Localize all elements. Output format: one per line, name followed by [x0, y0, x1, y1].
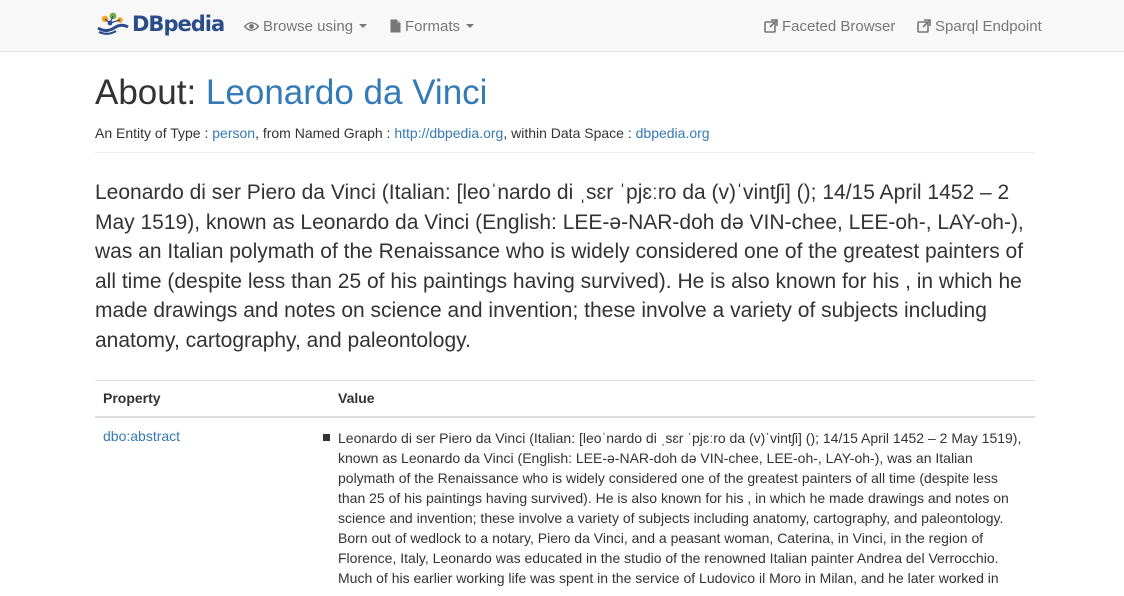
- sparql-endpoint-link[interactable]: Sparql Endpoint: [917, 0, 1042, 52]
- value-column-header: Value: [330, 380, 1035, 418]
- external-link-icon: [917, 19, 931, 33]
- property-link-abstract[interactable]: dbo:abstract: [103, 428, 180, 444]
- faceted-browser-label: Faceted Browser: [782, 17, 896, 35]
- data-space-prefix: , within Data Space :: [503, 125, 636, 141]
- property-cell: dbo:abstract: [95, 417, 330, 596]
- sparql-endpoint-label: Sparql Endpoint: [935, 17, 1042, 35]
- browse-using-dropdown[interactable]: Browse using: [244, 0, 368, 52]
- page-title: About: Leonardo da Vinci: [95, 73, 1035, 113]
- header-divider: [95, 152, 1035, 153]
- property-column-header: Property: [95, 380, 330, 418]
- value-list: Leonardo di ser Piero da Vinci (Italian:…: [323, 428, 1027, 588]
- formats-dropdown[interactable]: Formats: [390, 0, 475, 52]
- data-space-link[interactable]: dbpedia.org: [636, 125, 710, 141]
- faceted-browser-link[interactable]: Faceted Browser: [764, 0, 895, 52]
- brand-name: DBpedia: [132, 12, 225, 36]
- entity-type-link[interactable]: person: [212, 125, 255, 141]
- dbpedia-logo-icon: [97, 12, 129, 35]
- chevron-down-icon: [466, 24, 475, 28]
- entity-title-link[interactable]: Leonardo da Vinci: [206, 73, 488, 112]
- file-icon: [390, 19, 401, 33]
- table-row: dbo:abstract Leonardo di ser Piero da Vi…: [95, 417, 1035, 596]
- value-cell: Leonardo di ser Piero da Vinci (Italian:…: [323, 417, 1035, 596]
- top-navbar: DBpedia Browse using Formats Faceted Bro…: [0, 0, 1124, 52]
- browse-using-label: Browse using: [263, 17, 354, 35]
- about-prefix: About:: [95, 73, 206, 112]
- named-graph-link[interactable]: http://dbpedia.org: [394, 125, 503, 141]
- external-link-icon: [764, 19, 778, 33]
- entity-type-line: An Entity of Type : person, from Named G…: [95, 123, 1035, 143]
- dbpedia-logo[interactable]: DBpedia: [96, 9, 225, 39]
- properties-table: Property Value dbo:abstract Leonardo di …: [95, 380, 1035, 596]
- main-content: About: Leonardo da Vinci An Entity of Ty…: [95, 52, 1035, 596]
- entity-type-prefix: An Entity of Type :: [95, 125, 213, 141]
- lead-abstract: Leonardo di ser Piero da Vinci (Italian:…: [95, 181, 1024, 352]
- eye-icon: [244, 21, 259, 32]
- table-header-row: Property Value: [95, 380, 1035, 418]
- list-item: Leonardo di ser Piero da Vinci (Italian:…: [323, 428, 1027, 588]
- chevron-down-icon: [359, 24, 368, 28]
- formats-label: Formats: [405, 17, 461, 35]
- named-graph-prefix: , from Named Graph :: [255, 125, 395, 141]
